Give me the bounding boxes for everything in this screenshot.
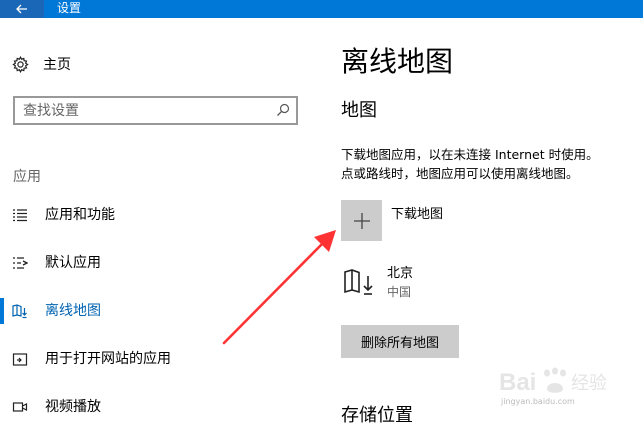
gear-icon bbox=[12, 55, 29, 73]
sidebar-item-apps-for-websites[interactable]: 用于打开网站的应用 bbox=[0, 346, 300, 372]
map-entry-beijing[interactable]: 北京 中国 bbox=[341, 262, 541, 302]
sidebar-item-offline-maps[interactable]: 离线地图 bbox=[0, 298, 300, 324]
baidu-watermark: Bai 经验 jingyan.baidu.com bbox=[497, 363, 617, 413]
delete-all-maps-button[interactable]: 删除所有地图 bbox=[341, 325, 459, 358]
add-map-button[interactable] bbox=[341, 200, 382, 241]
section-heading-maps: 地图 bbox=[341, 100, 377, 121]
sidebar-item-apps-features[interactable]: 应用和功能 bbox=[0, 202, 300, 228]
window-title: 设置 bbox=[57, 1, 82, 15]
back-button[interactable] bbox=[0, 0, 44, 18]
active-indicator bbox=[0, 298, 4, 324]
settings-window: 设置 主页 应用 应用和功能 bbox=[0, 0, 643, 424]
plus-icon bbox=[353, 212, 370, 229]
add-map-label[interactable]: 下载地图 bbox=[391, 203, 443, 222]
map-download-icon bbox=[12, 304, 27, 319]
open-in-app-icon bbox=[12, 353, 28, 366]
description-line: 下载地图应用，以在未连接 Internet 时使用。 bbox=[341, 147, 599, 162]
page-title: 离线地图 bbox=[341, 45, 454, 78]
sidebar-item-label: 用于打开网站的应用 bbox=[45, 351, 171, 367]
section-heading-storage: 存储位置 bbox=[341, 405, 413, 424]
section-label-apps: 应用 bbox=[13, 169, 41, 185]
map-city: 北京 bbox=[387, 266, 414, 281]
search-input[interactable] bbox=[23, 101, 263, 120]
map-country: 中国 bbox=[387, 285, 412, 299]
default-list-icon bbox=[13, 257, 28, 269]
baidu-logo: Bai 经验 bbox=[499, 367, 607, 396]
title-bar: 设置 bbox=[0, 0, 643, 18]
watermark-url: jingyan.baidu.com bbox=[501, 397, 575, 406]
video-icon bbox=[12, 402, 28, 412]
watermark-brand-cn: 经验 bbox=[571, 373, 607, 394]
search-box[interactable] bbox=[13, 96, 298, 125]
sidebar-item-default-apps[interactable]: 默认应用 bbox=[0, 250, 300, 276]
list-icon bbox=[13, 209, 27, 222]
description-line: 点或路线时，地图应用可以使用离线地图。 bbox=[341, 166, 579, 181]
sidebar-item-label: 默认应用 bbox=[45, 255, 101, 271]
sidebar-item-label: 视频播放 bbox=[45, 399, 101, 415]
arrow-left-icon bbox=[16, 4, 27, 14]
map-download-icon bbox=[344, 269, 373, 295]
search-icon[interactable] bbox=[276, 103, 290, 117]
sidebar-item-label: 离线地图 bbox=[45, 303, 101, 319]
sidebar-item-label: 应用和功能 bbox=[45, 207, 115, 223]
sidebar-item-video-playback[interactable]: 视频播放 bbox=[0, 394, 300, 420]
maps-description: 下载地图应用，以在未连接 Internet 时使用。 点或路线时，地图应用可以使… bbox=[341, 145, 643, 183]
sidebar-home[interactable]: 主页 bbox=[12, 54, 71, 74]
watermark-brand: Bai bbox=[499, 369, 536, 396]
home-label: 主页 bbox=[43, 57, 71, 73]
